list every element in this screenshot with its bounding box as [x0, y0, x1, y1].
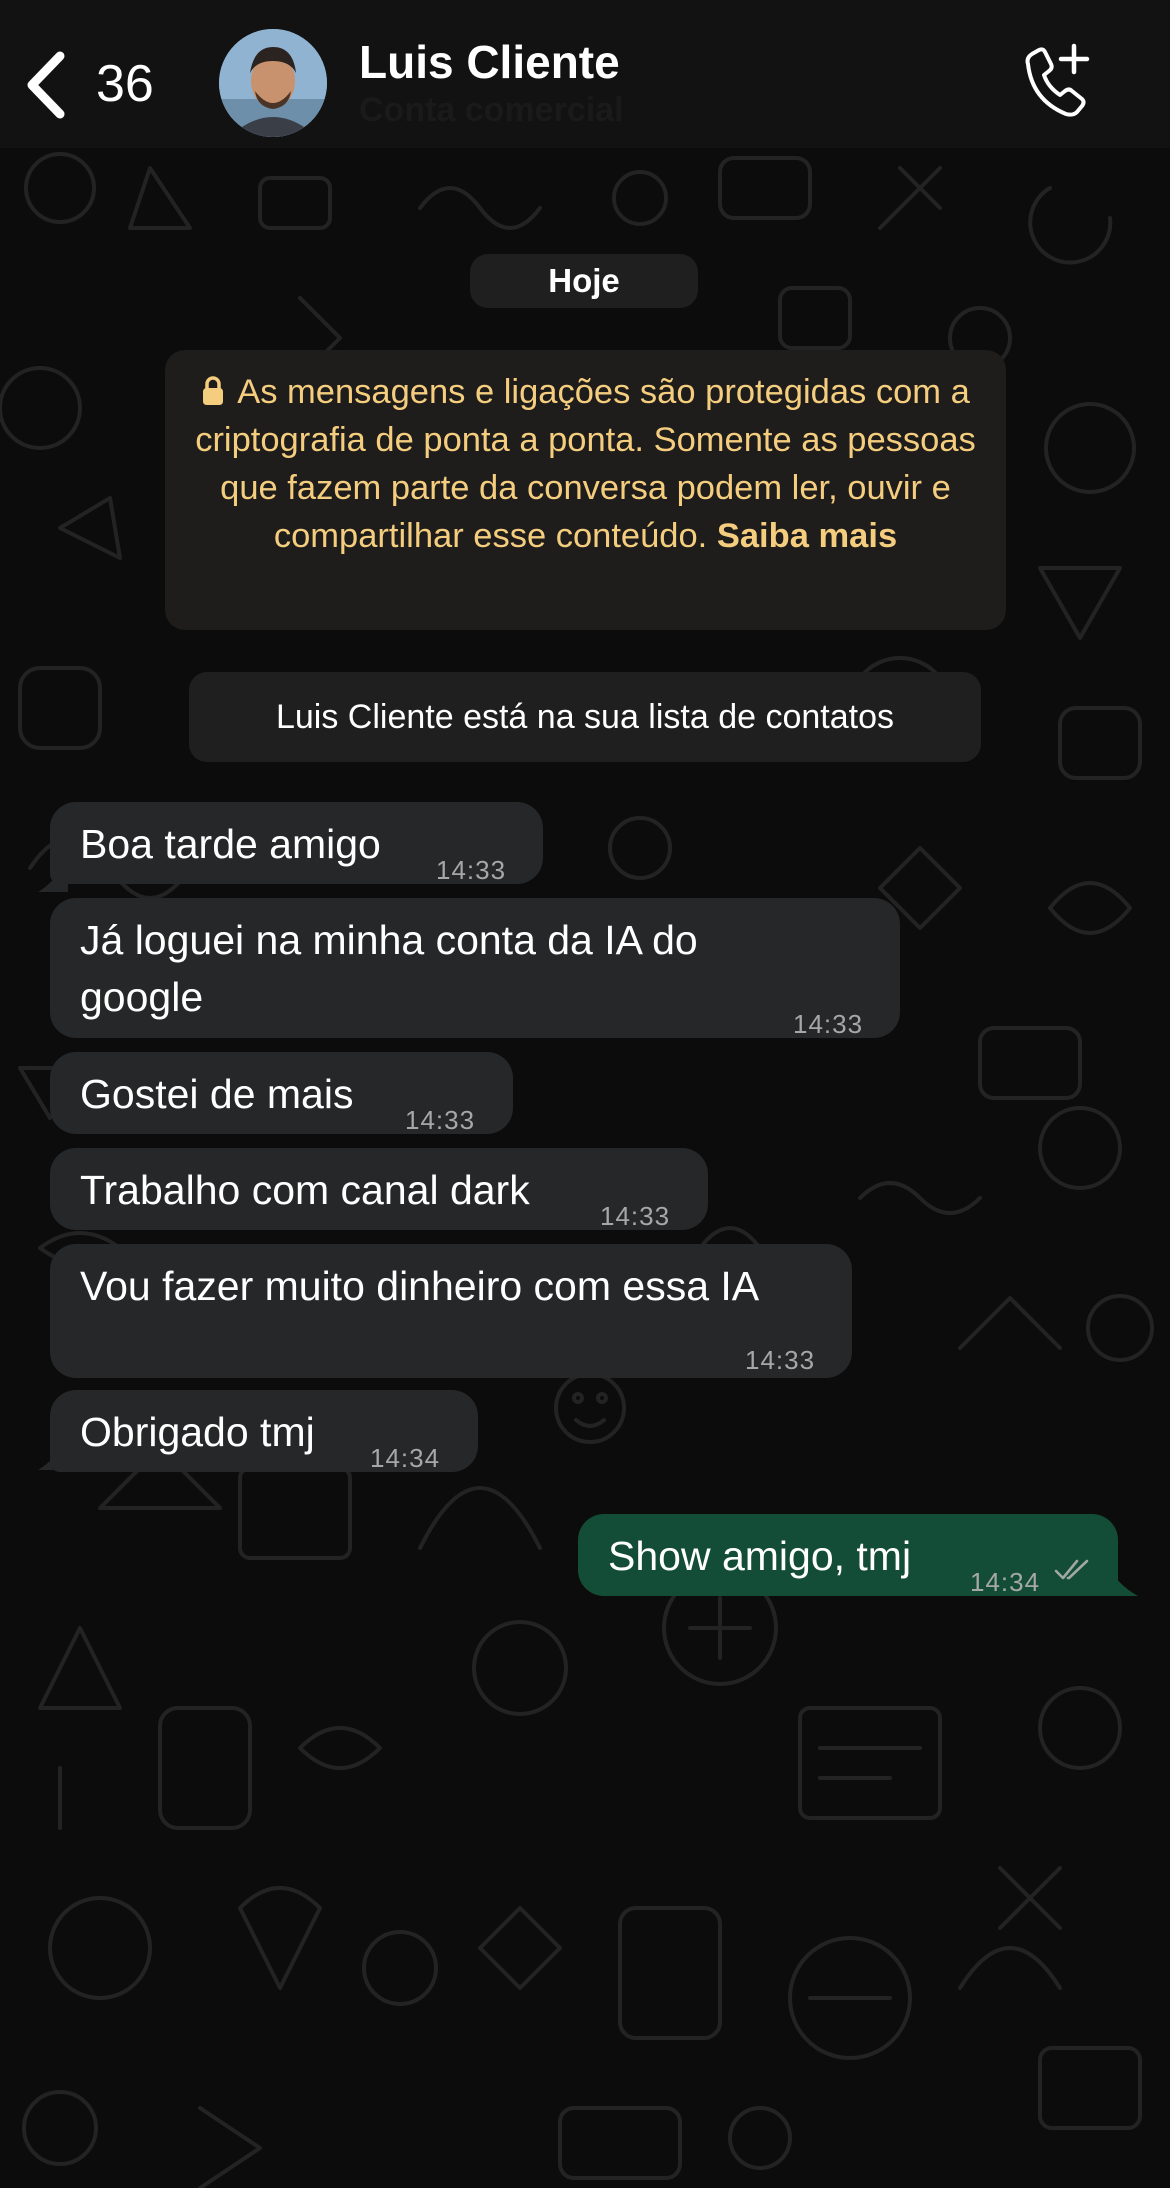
contact-name[interactable]: Luis Cliente — [359, 34, 620, 90]
message-bubble-outgoing[interactable]: Show amigo, tmj 14:34 — [578, 1514, 1118, 1597]
message-time: 14:33 — [745, 1345, 816, 1375]
message-text: Show amigo, tmj — [608, 1533, 912, 1579]
message-bubble[interactable]: Obrigado tmj 14:34 — [50, 1390, 478, 1473]
message-text: Vou fazer muito dinheiro com essa IA — [80, 1263, 760, 1309]
chat-header: 36 Luis Cliente Conta comercial — [0, 0, 1170, 148]
unread-count[interactable]: 36 — [96, 54, 154, 114]
contact-subtitle: Conta comercial — [359, 91, 624, 129]
message-bubble[interactable]: Boa tarde amigo 14:33 — [50, 802, 543, 885]
message-text-line-2: google — [80, 974, 204, 1020]
message-text: Boa tarde amigo — [80, 821, 381, 867]
message-time: 14:33 — [405, 1105, 476, 1135]
message-text: Trabalho com canal dark — [80, 1167, 530, 1213]
message-time: 14:34 — [970, 1567, 1041, 1597]
chat-screen: 36 Luis Cliente Conta comercial Hoje As … — [0, 0, 1170, 2188]
message-text-line-1: Já loguei na minha conta da IA do — [80, 917, 698, 963]
avatar[interactable] — [219, 29, 327, 137]
chevron-left-icon[interactable] — [22, 50, 70, 120]
message-time: 14:34 — [370, 1443, 441, 1473]
message-text: Gostei de mais — [80, 1071, 354, 1117]
message-text: Obrigado tmj — [80, 1409, 315, 1455]
message-bubble[interactable]: Já loguei na minha conta da IA do google… — [50, 898, 900, 1039]
message-time: 14:33 — [600, 1201, 671, 1231]
message-bubble[interactable]: Gostei de mais 14:33 — [50, 1052, 513, 1135]
message-time: 14:33 — [793, 1009, 864, 1039]
encryption-notice[interactable]: As mensagens e ligações são protegidas c… — [165, 350, 1006, 630]
lock-icon — [203, 376, 224, 405]
message-time: 14:33 — [436, 855, 507, 885]
chat-body: Hoje As mensagens e ligações são protegi… — [0, 148, 1170, 2188]
message-bubble[interactable]: Trabalho com canal dark 14:33 — [50, 1148, 708, 1231]
contact-notice[interactable]: Luis Cliente está na sua lista de contat… — [189, 672, 981, 762]
date-separator: Hoje — [470, 254, 698, 308]
learn-more-link[interactable]: Saiba mais — [717, 517, 897, 555]
phone-plus-icon[interactable] — [1018, 42, 1090, 118]
message-bubble[interactable]: Vou fazer muito dinheiro com essa IA 14:… — [50, 1244, 852, 1378]
double-check-icon — [1054, 1559, 1089, 1580]
